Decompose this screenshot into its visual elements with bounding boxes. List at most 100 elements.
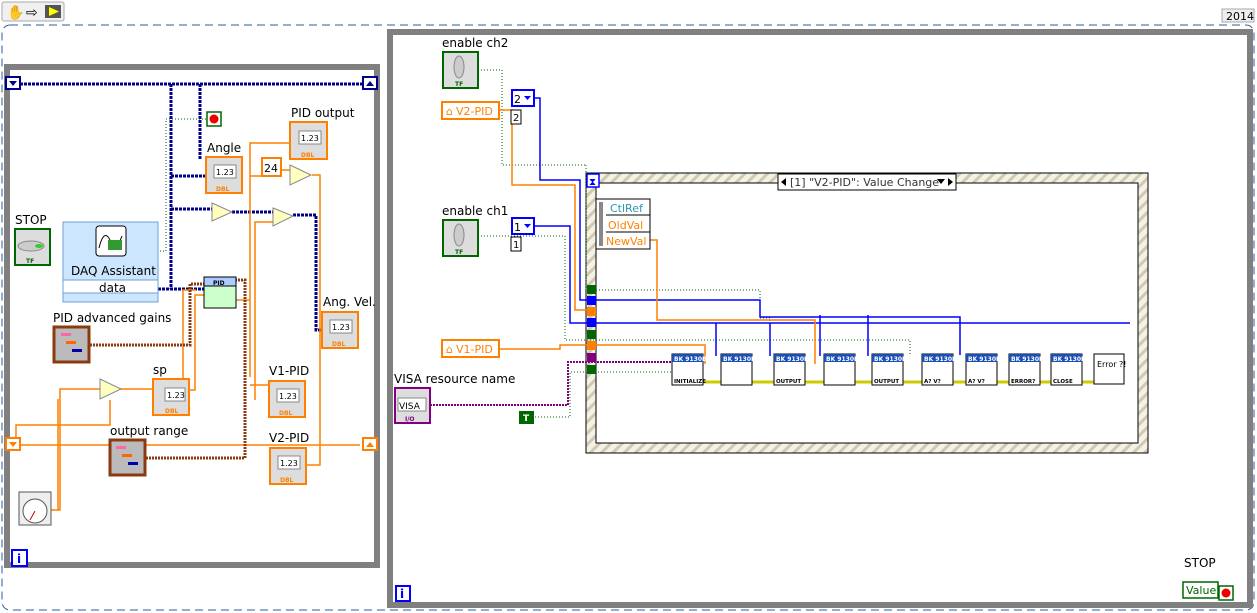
- svg-text:V1-PID: V1-PID: [269, 364, 309, 378]
- subvi-caption: ERROR?: [1011, 379, 1035, 385]
- event-structure[interactable]: [585, 172, 1149, 454]
- svg-text:I/O: I/O: [405, 416, 415, 423]
- subvi-caption: CLOSE: [1053, 379, 1073, 385]
- event-data-node: CtlRef OldVal NewVal: [595, 198, 651, 250]
- svg-text:1.23: 1.23: [279, 392, 297, 401]
- event-case-selector[interactable]: [1] "V2-PID": Value Change: [777, 173, 957, 191]
- stop-button-control[interactable]: TF: [14, 228, 51, 266]
- svg-text:Error ?!: Error ?!: [1097, 360, 1127, 369]
- subvi-caption: OUTPUT: [776, 379, 801, 385]
- svg-text:enable ch1: enable ch1: [442, 204, 508, 218]
- v1-pid-local-variable[interactable]: ⌂ V1-PID: [441, 339, 500, 358]
- svg-text:VISA resource name: VISA resource name: [394, 372, 515, 386]
- bk9130b-subvi-chain: BK 9130B INITIALIZE BK 9130B BK 9130B OU…: [671, 353, 1086, 386]
- daq-data-output[interactable]: data: [99, 281, 126, 295]
- bk9130b-subvi[interactable]: BK 9130B A? V?: [921, 353, 957, 386]
- svg-text:VISA: VISA: [399, 402, 421, 412]
- svg-text:V1-PID: V1-PID: [456, 343, 493, 356]
- loop-stop-terminal[interactable]: [206, 111, 222, 127]
- svg-text:DAQ Assistant: DAQ Assistant: [71, 264, 156, 278]
- svg-text:2: 2: [513, 113, 519, 124]
- subvi-header: BK 9130B: [874, 356, 907, 363]
- bk9130b-subvi[interactable]: BK 9130B CLOSE: [1050, 353, 1086, 386]
- svg-text:i: i: [400, 587, 404, 601]
- svg-text:enable ch2: enable ch2: [442, 36, 508, 50]
- version-label: 2014: [1226, 10, 1254, 23]
- subvi-header: BK 9130B: [723, 356, 756, 363]
- v1-pid-indicator: V1-PID 1.23 DBL: [268, 364, 309, 418]
- svg-text:1: 1: [514, 221, 521, 234]
- svg-text:DBL: DBL: [280, 477, 294, 484]
- timer-icon: [18, 491, 52, 526]
- pid-vi[interactable]: PID: [203, 276, 237, 309]
- block-diagram: ✋ ⇨ 2014 STOP TF DAQ Assistant data Angl…: [1, 1, 1255, 611]
- error-handler-subvi[interactable]: Error ?!: [1093, 353, 1127, 385]
- svg-text:2: 2: [514, 93, 521, 106]
- subvi-caption: A? V?: [924, 379, 941, 385]
- subvi-caption: A? V?: [968, 379, 985, 385]
- svg-text:OldVal: OldVal: [608, 219, 643, 232]
- subvi-header: BK 9130B: [968, 356, 1001, 363]
- svg-text:PID advanced gains: PID advanced gains: [53, 311, 171, 325]
- loop-iteration-terminal: i: [395, 585, 411, 602]
- svg-text:24: 24: [264, 162, 278, 175]
- toolbar: ✋ ⇨ 2014: [1, 1, 1255, 23]
- bk9130b-subvi[interactable]: BK 9130B OUTPUT: [871, 353, 907, 386]
- subvi-header: BK 9130B: [1053, 356, 1086, 363]
- svg-text:i: i: [17, 552, 21, 566]
- svg-text:Value: Value: [1186, 584, 1216, 597]
- arrow-icon[interactable]: ⇨: [26, 5, 38, 21]
- svg-text:T: T: [523, 414, 530, 424]
- svg-text:sp: sp: [153, 363, 167, 377]
- svg-text:NewVal: NewVal: [606, 235, 646, 248]
- stop-label: STOP: [15, 213, 47, 227]
- bk9130b-subvi[interactable]: BK 9130B OUTPUT: [773, 353, 809, 386]
- svg-text:⌂: ⌂: [446, 105, 453, 118]
- bk9130b-subvi[interactable]: BK 9130B: [823, 353, 859, 386]
- svg-text:output range: output range: [110, 424, 188, 438]
- subvi-header: BK 9130B: [826, 356, 859, 363]
- svg-text:TF: TF: [455, 81, 463, 88]
- svg-text:TF: TF: [455, 249, 463, 256]
- svg-text:1: 1: [513, 240, 519, 251]
- svg-text:1.23: 1.23: [332, 323, 350, 332]
- svg-text:V2-PID: V2-PID: [456, 105, 493, 118]
- svg-text:DBL: DBL: [332, 341, 346, 348]
- svg-text:DBL: DBL: [216, 186, 230, 193]
- bk9130b-subvi[interactable]: BK 9130B: [720, 353, 756, 386]
- bk9130b-subvi[interactable]: BK 9130B ERROR?: [1008, 353, 1044, 386]
- svg-text:Ang. Vel.: Ang. Vel.: [323, 295, 376, 309]
- svg-text:⧗: ⧗: [589, 177, 596, 188]
- constant-24[interactable]: 24: [261, 157, 282, 177]
- daq-assistant[interactable]: DAQ Assistant data: [62, 221, 159, 303]
- svg-text:DBL: DBL: [279, 410, 293, 417]
- svg-text:1.23: 1.23: [167, 391, 185, 400]
- left-while-loop[interactable]: STOP TF DAQ Assistant data Angle 1.23 DBL…: [4, 64, 380, 568]
- svg-text:1.23: 1.23: [216, 168, 234, 177]
- true-constant[interactable]: T: [519, 411, 534, 424]
- subvi-header: BK 9130B: [674, 356, 707, 363]
- svg-text:Angle: Angle: [207, 141, 241, 155]
- svg-text:1.23: 1.23: [280, 459, 298, 468]
- svg-text:TF: TF: [26, 258, 34, 265]
- run-icon[interactable]: [45, 5, 61, 18]
- subvi-caption: OUTPUT: [874, 379, 899, 385]
- subvi-header: BK 9130B: [776, 356, 809, 363]
- timeout-terminal-icon: ⧗: [586, 173, 600, 188]
- right-while-loop[interactable]: enable ch2 TF ⌂ V2-PID 2 2 enable ch1 TF 1…: [387, 29, 1253, 608]
- hand-icon[interactable]: ✋: [7, 4, 24, 21]
- angle-indicator: Angle 1.23 DBL: [205, 141, 243, 194]
- v2-pid-local-variable[interactable]: ⌂ V2-PID: [441, 101, 500, 120]
- svg-text:DBL: DBL: [165, 408, 179, 415]
- subvi-caption: INITIALIZE: [674, 379, 706, 385]
- subvi-header: BK 9130B: [924, 356, 957, 363]
- subvi-header: BK 9130B: [1011, 356, 1044, 363]
- svg-text:V2-PID: V2-PID: [269, 431, 309, 445]
- svg-text:PID: PID: [213, 280, 225, 287]
- svg-text:CtlRef: CtlRef: [610, 202, 644, 215]
- bk9130b-subvi[interactable]: BK 9130B INITIALIZE: [671, 353, 707, 386]
- svg-text:DBL: DBL: [301, 152, 315, 159]
- bk9130b-subvi[interactable]: BK 9130B A? V?: [965, 353, 1001, 386]
- svg-text:[1] "V2-PID": Value Change: [1] "V2-PID": Value Change: [790, 176, 939, 189]
- svg-text:PID output: PID output: [291, 106, 355, 120]
